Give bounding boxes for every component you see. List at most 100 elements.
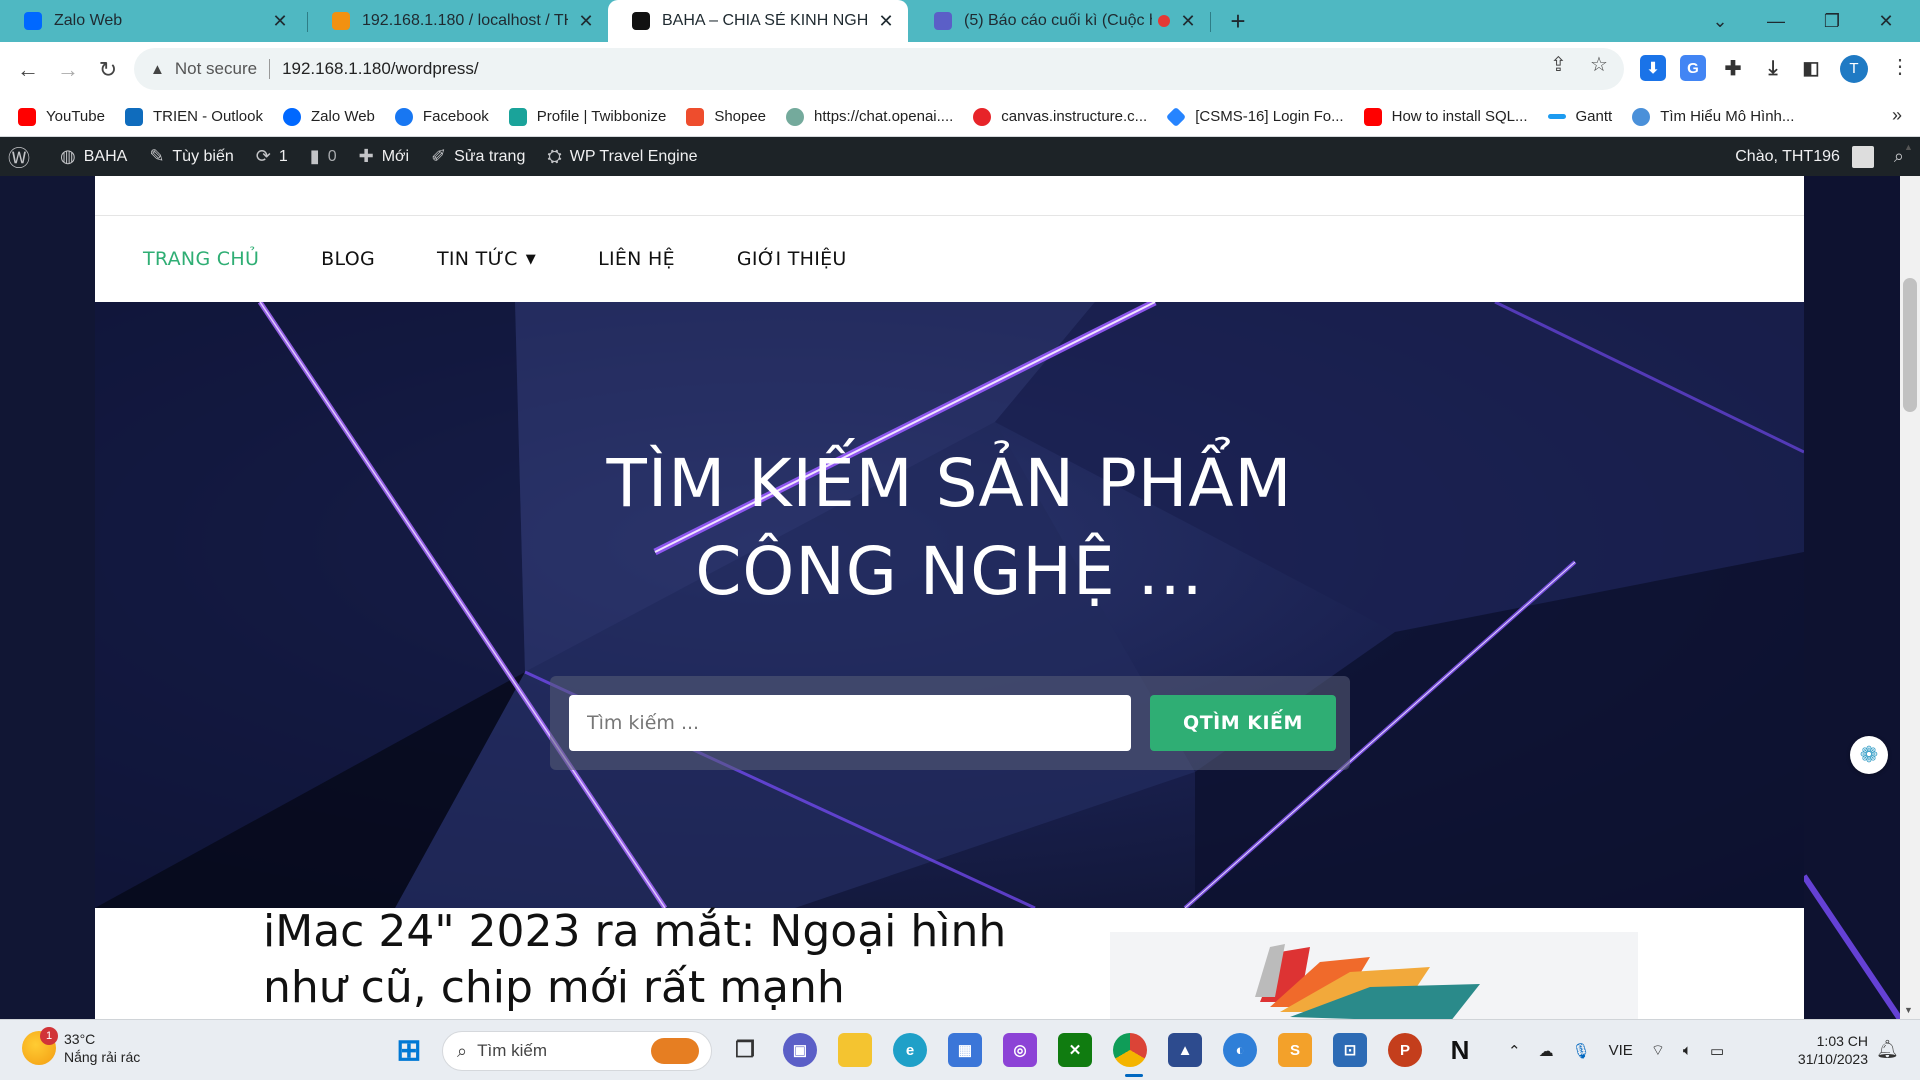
volume-icon[interactable]: 🔈︎ — [1683, 1042, 1692, 1059]
bookmark-outlook[interactable]: TRIEN - Outlook — [124, 107, 263, 126]
virtualbox-icon[interactable]: ▲ — [1168, 1033, 1202, 1067]
edge-browser-icon[interactable]: e — [893, 1033, 927, 1067]
taskbar-clock[interactable]: 1:03 CH 31/10/2023 — [1782, 1032, 1868, 1068]
reload-button[interactable]: ↻ — [92, 54, 124, 86]
browser-tab-strip: Zalo Web ✕ 192.168.1.180 / localhost / T… — [0, 0, 1920, 42]
tab-zalo[interactable]: Zalo Web ✕ — [0, 0, 302, 42]
task-view-icon[interactable]: ❐ — [728, 1033, 762, 1067]
bookmark-youtube[interactable]: YouTube — [18, 107, 105, 126]
nav-blog[interactable]: BLOG — [321, 248, 375, 270]
chatgpt-floating-icon[interactable]: ❁ — [1850, 736, 1888, 774]
network-tool-icon[interactable]: ⊡ — [1333, 1033, 1367, 1067]
microsoft-store-icon[interactable]: ▦ — [948, 1033, 982, 1067]
profile-avatar[interactable]: T — [1840, 55, 1868, 83]
close-icon[interactable]: ✕ — [1178, 11, 1198, 32]
search-button[interactable]: QTÌM KIẾM — [1150, 695, 1336, 751]
gantt-icon — [1547, 114, 1566, 119]
battery-icon[interactable]: ▭ — [1710, 1042, 1724, 1060]
google-translate-icon[interactable]: G — [1680, 55, 1706, 81]
nav-trang-chu[interactable]: TRANG CHỦ — [143, 248, 259, 270]
imac-colors-image — [1255, 944, 1480, 1019]
back-button[interactable]: ← — [12, 54, 44, 86]
greeting-label[interactable]: Chào, THT196 — [1735, 148, 1840, 166]
avatar[interactable] — [1851, 145, 1874, 168]
start-windows-icon[interactable]: ⊞ — [392, 1033, 426, 1067]
sublime-text-icon[interactable]: S — [1278, 1033, 1312, 1067]
powerpoint-icon[interactable]: P — [1388, 1033, 1422, 1067]
bookmark-gantt[interactable]: Gantt — [1547, 108, 1612, 125]
restore-button[interactable]: ❐ — [1812, 6, 1852, 36]
wp-edit-page[interactable]: ✐ Sửa trang — [431, 146, 525, 167]
search-icon[interactable]: ⌕ — [1894, 146, 1904, 167]
wp-customize[interactable]: ✎ Tùy biến — [149, 146, 233, 167]
bookmark-star-icon[interactable]: ☆ — [1590, 52, 1608, 77]
teams-chat-icon[interactable]: ▣ — [783, 1033, 817, 1067]
main-navigation: TRANG CHỦ BLOG TIN TỨC ▼ LIÊN HỆ GIỚI THI… — [95, 216, 1804, 302]
wp-comments[interactable]: ▮ 0 — [310, 146, 337, 167]
wp-travel-engine[interactable]: ⛭ WP Travel Engine — [547, 146, 697, 167]
bookmark-facebook[interactable]: Facebook — [394, 107, 489, 126]
wp-site-name[interactable]: ◍ BAHA — [60, 146, 127, 167]
wp-logo-menu[interactable]: Ⓦ — [8, 141, 38, 173]
microphone-icon[interactable]: 🎙︎ — [1572, 1042, 1591, 1060]
chrome-icon[interactable] — [1113, 1033, 1147, 1067]
xbox-icon[interactable]: ✕ — [1058, 1033, 1092, 1067]
tab-teams-meeting[interactable]: (5) Báo cáo cuối kì (Cuộc họ ✕ — [910, 0, 1210, 42]
bookmark-mo-hinh[interactable]: Tìm Hiểu Mô Hình... — [1632, 107, 1794, 126]
chevron-up-icon[interactable]: ⌃ — [1508, 1042, 1521, 1060]
language-indicator[interactable]: VIE — [1609, 1042, 1633, 1059]
bookmark-zalo[interactable]: Zalo Web — [282, 107, 375, 126]
recording-icon — [1158, 15, 1170, 27]
tab-search-button[interactable]: ⌄ — [1700, 6, 1740, 36]
remote-desktop-icon[interactable]: ◐ — [1223, 1033, 1257, 1067]
nav-tin-tuc[interactable]: TIN TỨC ▼ — [437, 248, 536, 270]
url-text[interactable]: 192.168.1.180/wordpress/ — [282, 59, 479, 79]
security-label: Not secure — [174, 59, 258, 78]
scrollbar-thumb[interactable] — [1903, 278, 1917, 412]
bookmark-shopee[interactable]: Shopee — [686, 107, 766, 126]
new-tab-button[interactable]: + — [1222, 6, 1254, 38]
downloads-icon[interactable]: ⤓ — [1760, 55, 1786, 81]
extensions-puzzle-icon[interactable]: ✚ — [1720, 55, 1746, 81]
nav-gioi-thieu[interactable]: GIỚI THIỆU — [737, 248, 847, 270]
taskbar-search[interactable]: ⌕ Tìm kiếm — [442, 1031, 712, 1071]
tab-baha-active[interactable]: BAHA – CHIA SẺ KINH NGHIỆM ✕ — [608, 0, 908, 42]
notification-bell-icon[interactable]: 🔔︎ — [1876, 1039, 1899, 1060]
side-panel-icon[interactable]: ◧ — [1798, 55, 1824, 81]
file-explorer-icon[interactable] — [838, 1033, 872, 1067]
wifi-icon[interactable]: ⌔ — [1651, 1041, 1665, 1060]
article-title[interactable]: iMac 24" 2023 ra mắt: Ngoại hình như cũ,… — [263, 904, 1063, 1016]
close-icon[interactable]: ✕ — [270, 11, 290, 32]
wp-new-content[interactable]: ✚ Mới — [359, 146, 409, 167]
close-window-button[interactable]: ✕ — [1866, 6, 1906, 36]
bookmark-twibbonize[interactable]: Profile | Twibbonize — [508, 107, 667, 126]
bookmark-sql-video[interactable]: How to install SQL... — [1363, 107, 1528, 126]
onedrive-cloud-icon[interactable]: ☁ — [1539, 1042, 1554, 1060]
bookmark-openai[interactable]: https://chat.openai.... — [786, 107, 953, 126]
extension-download-icon[interactable]: ⬇ — [1640, 55, 1666, 81]
search-input[interactable] — [569, 695, 1131, 751]
proton-vpn-icon[interactable]: ◎ — [1003, 1033, 1037, 1067]
article-thumbnail[interactable] — [1110, 932, 1638, 1019]
close-icon[interactable]: ✕ — [876, 11, 896, 32]
menu-kebab-icon[interactable]: ⋮ — [1890, 54, 1910, 79]
forward-button[interactable]: → — [52, 54, 84, 86]
tab-title: Zalo Web — [54, 12, 123, 29]
bookmark-label: Profile | Twibbonize — [536, 108, 667, 125]
weather-widget[interactable]: 1 33°C Nắng rải rác — [22, 1027, 140, 1066]
scroll-down-arrow-icon[interactable]: ▼ — [1904, 1005, 1913, 1015]
nav-lien-he[interactable]: LIÊN HỆ — [598, 248, 675, 270]
tab-phpmyadmin[interactable]: 192.168.1.180 / localhost / THT1 ✕ — [308, 0, 608, 42]
pumpkin-decoration-icon — [651, 1038, 699, 1064]
minimize-button[interactable]: — — [1756, 6, 1796, 36]
close-icon[interactable]: ✕ — [576, 11, 596, 32]
bookmark-csms[interactable]: [CSMS-16] Login Fo... — [1166, 106, 1344, 127]
system-tray: ⌃ ☁ 🎙︎ VIE ⌔ 🔈︎ ▭ — [1508, 1020, 1724, 1080]
share-icon[interactable]: ⇪ — [1550, 52, 1567, 77]
scroll-up-arrow-icon[interactable]: ▲ — [1904, 142, 1913, 152]
bookmarks-overflow-button[interactable]: » — [1892, 105, 1902, 126]
wp-updates[interactable]: ⟳ 1 — [256, 146, 288, 167]
bookmark-canvas[interactable]: canvas.instructure.c... — [973, 107, 1147, 126]
notion-icon[interactable]: N — [1443, 1033, 1477, 1067]
address-bar[interactable]: ▲ Not secure 192.168.1.180/wordpress/ — [134, 48, 1624, 90]
